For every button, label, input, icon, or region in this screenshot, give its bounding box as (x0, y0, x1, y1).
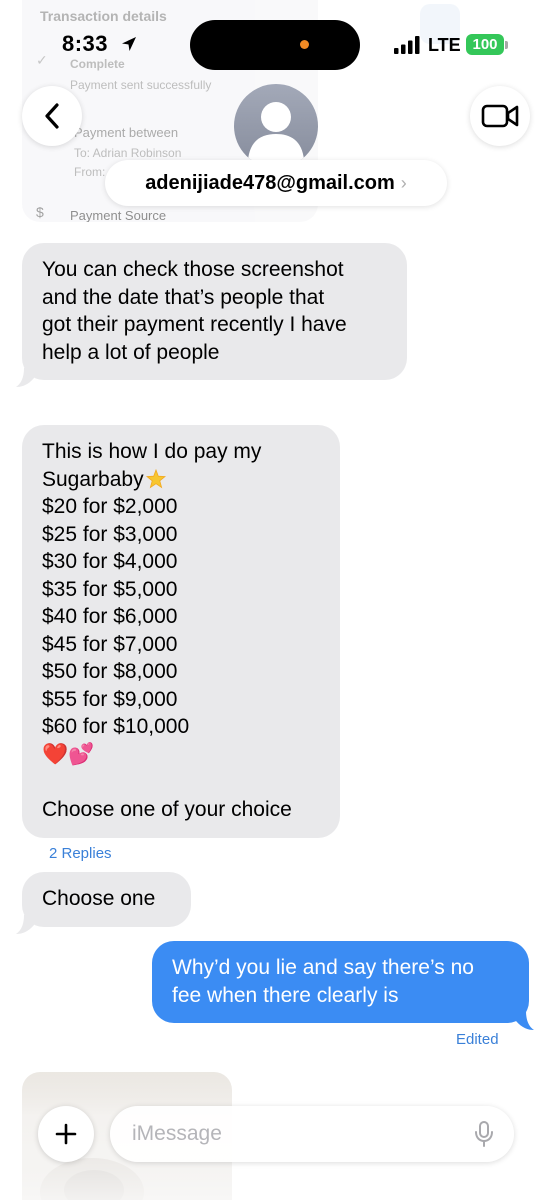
contact-name-button[interactable]: adenijiade478@gmail.com › (105, 160, 447, 206)
bg-card-to: To: Adrian Robinson (74, 146, 182, 160)
message-line: $55 for $9,000 (42, 687, 178, 711)
message-bubble-incoming[interactable]: You can check those screenshot and the d… (22, 243, 407, 380)
message-line: and the date that’s people that (42, 285, 325, 309)
message-line: fee when there clearly is (172, 983, 399, 1007)
message-line: $30 for $4,000 (42, 550, 178, 573)
dynamic-island (190, 20, 360, 70)
dollar-icon: $ (36, 204, 44, 220)
message-line: $60 for $10,000 (42, 715, 190, 738)
bg-card-section: Payment between (74, 125, 179, 140)
video-camera-icon (481, 104, 519, 128)
person-silhouette-icon (248, 102, 304, 160)
message-line: Why’d you lie and say there’s no (172, 956, 474, 979)
bg-card-from: From: (74, 165, 106, 179)
signal-bars-icon (394, 36, 420, 54)
back-button[interactable] (22, 86, 82, 146)
privacy-indicator-dot (300, 40, 309, 49)
back-chevron-icon (45, 103, 59, 129)
imessage-input[interactable]: iMessage (110, 1106, 514, 1162)
location-arrow-icon (122, 37, 136, 51)
emoji-hearts-line: ❤️💕 (42, 742, 95, 766)
bg-card-source: Payment Source (70, 208, 167, 222)
microphone-icon[interactable] (474, 1120, 494, 1148)
edited-label[interactable]: Edited (456, 1031, 499, 1048)
contact-avatar[interactable] (234, 84, 318, 168)
bubble-tail (516, 1011, 534, 1030)
message-line: $50 for $8,000 (42, 660, 178, 683)
bg-card-title: Transaction details (40, 8, 167, 24)
add-attachment-button[interactable] (38, 1106, 94, 1162)
message-line: $35 for $5,000 (42, 577, 178, 601)
chevron-right-icon: › (400, 172, 407, 193)
bubble-tail (16, 368, 34, 387)
bubble-tail (16, 915, 34, 934)
message-bubble-incoming[interactable]: Choose one (22, 872, 191, 927)
plus-icon (55, 1123, 77, 1145)
message-line: This is how I do pay my (42, 440, 262, 463)
status-time: 8:33 (62, 31, 109, 56)
message-line-with-emoji: Sugarbaby (42, 466, 320, 494)
video-call-button[interactable] (470, 86, 530, 146)
checkmark-icon: ✓ (36, 52, 48, 68)
message-line: $20 for $2,000 (42, 495, 178, 518)
message-line: Choose one of your choice (42, 797, 292, 821)
message-line: help a lot of people (42, 340, 220, 364)
message-line: You can check those screenshot (42, 258, 344, 281)
message-line: $25 for $3,000 (42, 522, 178, 546)
battery-indicator: 100 (466, 34, 504, 55)
sparkle-star-icon (145, 468, 166, 488)
message-line: $40 for $6,000 (42, 605, 178, 628)
network-type: LTE (428, 35, 461, 55)
message-text: Sugarbaby (42, 467, 144, 491)
bg-card-status-note: Payment sent successfully (70, 78, 212, 92)
message-line: got their payment recently I have (42, 313, 347, 336)
bg-card-status: Complete (70, 57, 125, 71)
message-bubble-incoming[interactable]: This is how I do pay my Sugarbaby $20 fo… (22, 425, 340, 838)
message-line: Choose one (42, 887, 156, 910)
battery-nub (505, 41, 508, 49)
contact-name: adenijiade478@gmail.com (145, 171, 395, 194)
message-bubble-outgoing[interactable]: Why’d you lie and say there’s no fee whe… (152, 941, 529, 1023)
message-line: $45 for $7,000 (42, 632, 178, 656)
replies-link[interactable]: 2 Replies (49, 845, 112, 862)
